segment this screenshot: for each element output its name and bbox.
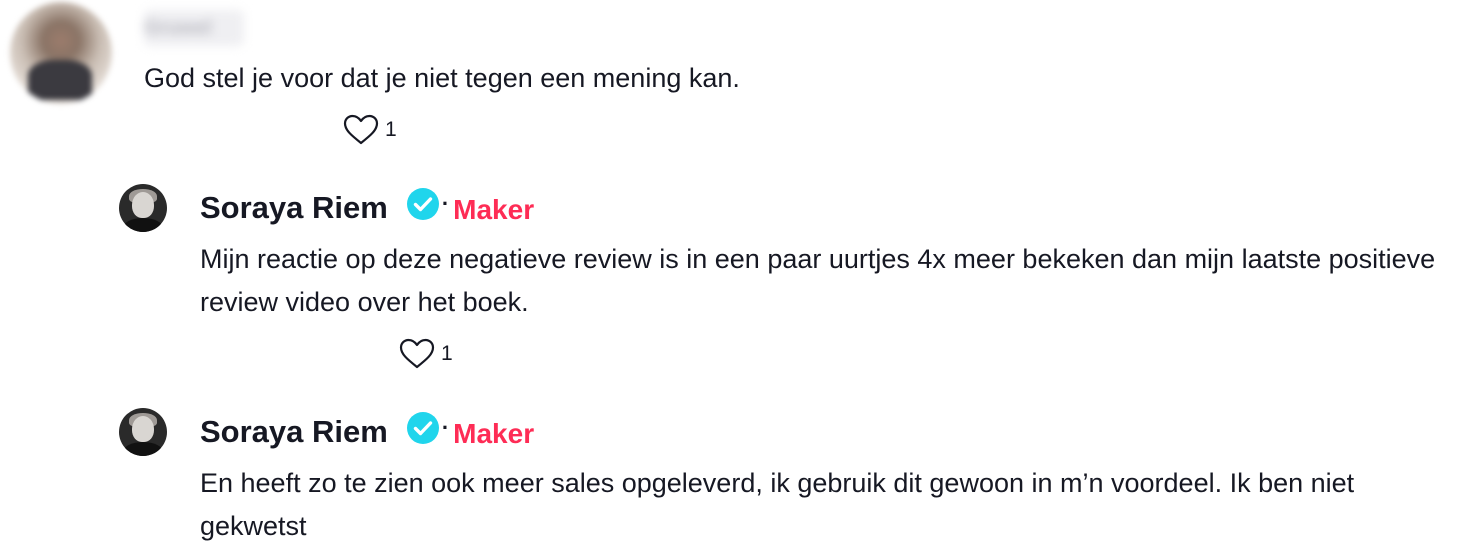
maker-badge: Maker <box>453 194 535 225</box>
like-count: 1 <box>385 118 397 141</box>
commenter-avatar[interactable] <box>10 2 112 104</box>
author-name[interactable]: Soraya Riem <box>200 410 388 454</box>
verified-check-icon <box>406 411 440 445</box>
comment-text: God stel je voor dat je niet tegen een m… <box>144 63 740 93</box>
reply-header: Soraya Riem · Maker <box>200 410 534 454</box>
author-avatar[interactable] <box>119 408 167 456</box>
commenter-username-blurred[interactable]: Gruwel <box>144 10 244 46</box>
avatar-face <box>132 192 154 218</box>
heart-outline-icon <box>343 114 379 146</box>
reply-text: En heeft zo te zien ook meer sales opgel… <box>200 468 1355 541</box>
avatar-shoulders <box>123 442 163 456</box>
like-button[interactable]: 1 <box>399 338 453 370</box>
avatar-face <box>132 416 154 442</box>
heart-outline-icon <box>399 338 435 370</box>
author-name[interactable]: Soraya Riem <box>200 186 388 230</box>
avatar-shoulders <box>123 218 163 232</box>
reply-header: Soraya Riem · Maker <box>200 186 534 230</box>
comments-panel: Gruwel God stel je voor dat je niet tege… <box>0 0 1474 559</box>
separator-dot: · <box>441 191 450 216</box>
like-count: 1 <box>441 342 453 365</box>
maker-badge: Maker <box>453 418 535 449</box>
avatar-figure <box>28 60 92 100</box>
separator-dot: · <box>441 415 450 440</box>
reply-text: Mijn reactie op deze negatieve review is… <box>200 244 1436 317</box>
verified-check-icon <box>406 187 440 221</box>
author-avatar[interactable] <box>119 184 167 232</box>
like-button[interactable]: 1 <box>343 114 397 146</box>
